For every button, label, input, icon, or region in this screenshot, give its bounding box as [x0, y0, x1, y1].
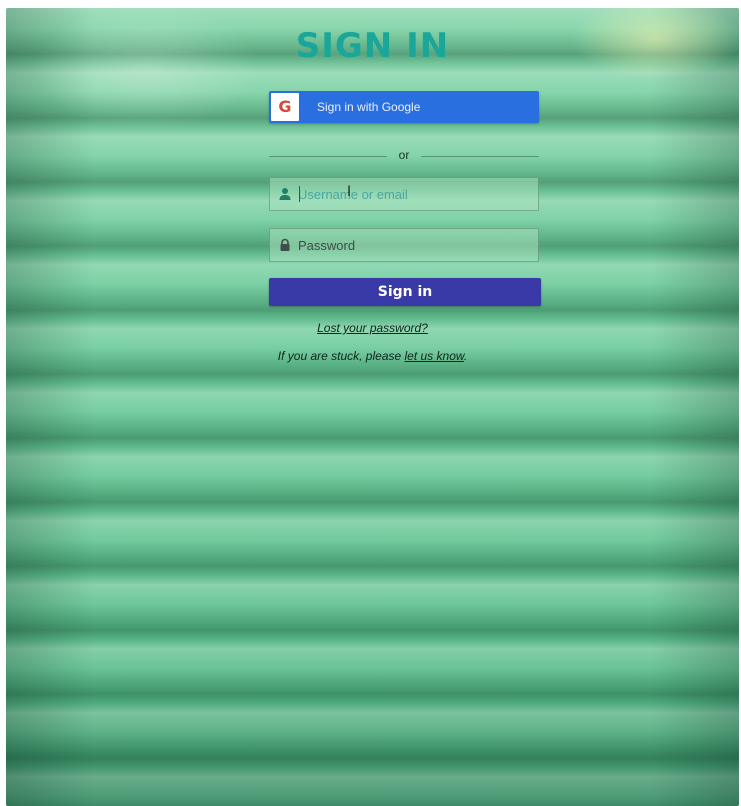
signin-page: SIGN IN G Sign in with Google or I — [6, 8, 739, 806]
google-badge: G — [271, 93, 299, 121]
help-text: If you are stuck, please let us know. — [6, 349, 739, 363]
username-input[interactable] — [298, 178, 534, 210]
photo-frame: SIGN IN G Sign in with Google or I — [0, 0, 741, 806]
google-signin-label: Sign in with Google — [317, 100, 421, 114]
signin-button[interactable]: Sign in — [269, 278, 541, 306]
page-title: SIGN IN — [295, 26, 450, 66]
google-g-icon: G — [278, 97, 292, 116]
lost-password-link[interactable]: Lost your password? — [317, 321, 428, 335]
text-caret — [299, 186, 300, 202]
help-suffix: . — [463, 349, 468, 363]
divider-line-right — [421, 156, 539, 157]
or-divider: or — [269, 148, 539, 164]
help-prefix: If you are stuck, please — [277, 349, 405, 363]
or-label: or — [398, 148, 410, 162]
user-icon — [279, 188, 291, 200]
username-field[interactable]: I — [269, 177, 539, 211]
signin-button-label: Sign in — [377, 284, 433, 300]
let-us-know-link[interactable]: let us know — [405, 349, 464, 363]
google-signin-button[interactable]: G Sign in with Google — [269, 91, 539, 123]
lock-icon — [280, 238, 290, 251]
lost-password-row: Lost your password? — [6, 319, 739, 337]
password-field[interactable] — [269, 228, 539, 262]
password-input[interactable] — [298, 229, 534, 261]
ibeam-cursor-icon: I — [347, 184, 352, 200]
